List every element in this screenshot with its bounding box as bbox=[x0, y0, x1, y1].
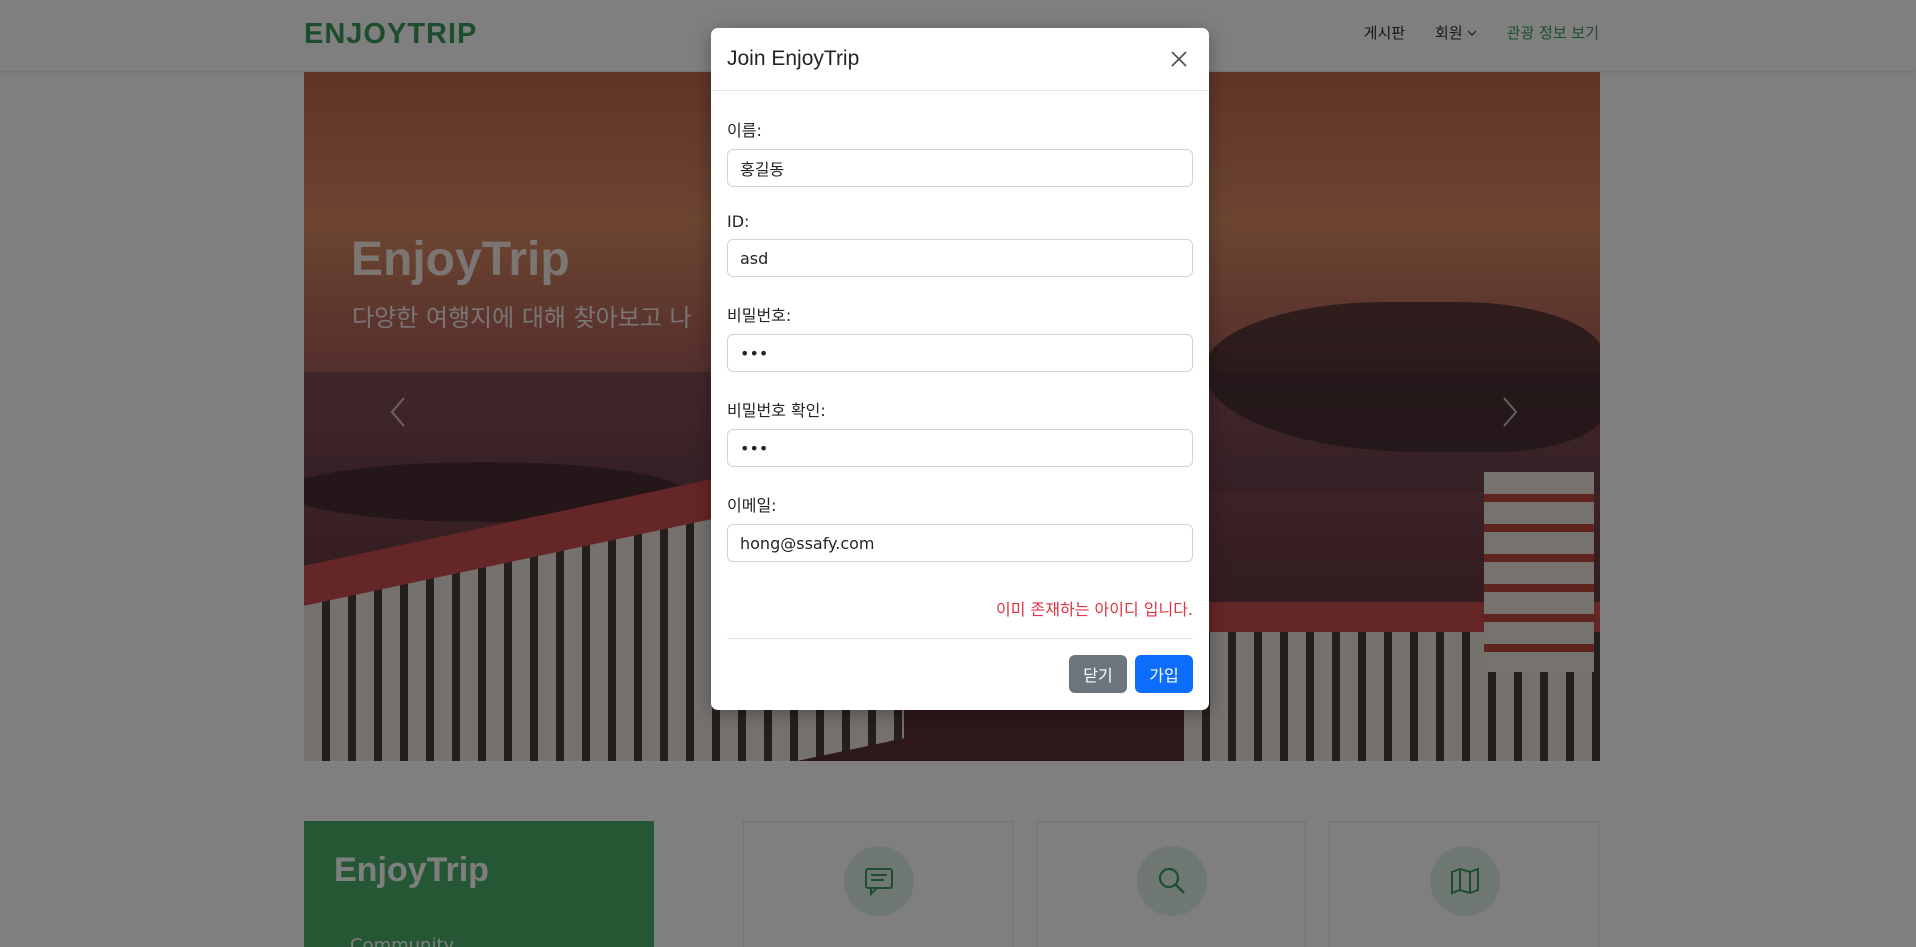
password-confirm-input[interactable] bbox=[727, 429, 1193, 467]
email-input[interactable] bbox=[727, 524, 1193, 562]
name-field: 이름: bbox=[727, 117, 1193, 187]
id-label: ID: bbox=[727, 212, 750, 231]
close-button[interactable] bbox=[1165, 45, 1193, 73]
id-input[interactable] bbox=[727, 239, 1193, 277]
name-input[interactable] bbox=[727, 149, 1193, 187]
name-label: 이름: bbox=[727, 121, 762, 140]
modal-header: Join EnjoyTrip bbox=[711, 28, 1209, 91]
footer-divider bbox=[727, 638, 1193, 639]
password-confirm-field: 비밀번호 확인: bbox=[727, 397, 1193, 467]
id-field: ID: bbox=[727, 212, 1193, 277]
password-confirm-label: 비밀번호 확인: bbox=[727, 401, 826, 420]
email-label: 이메일: bbox=[727, 496, 777, 515]
email-field: 이메일: bbox=[727, 492, 1193, 562]
modal-body: 이름: ID: 비밀번호: 비밀번호 확인: 이메일: bbox=[711, 117, 1209, 562]
join-submit-button[interactable]: 가입 bbox=[1135, 655, 1193, 693]
password-input[interactable] bbox=[727, 334, 1193, 372]
modal-footer: 닫기 가입 bbox=[711, 655, 1209, 693]
modal-title: Join EnjoyTrip bbox=[727, 47, 860, 70]
close-modal-button[interactable]: 닫기 bbox=[1069, 655, 1127, 693]
join-modal: Join EnjoyTrip 이름: ID: 비밀번호: 비밀번호 확인: 이메… bbox=[711, 28, 1209, 710]
close-icon bbox=[1171, 51, 1187, 67]
password-label: 비밀번호: bbox=[727, 306, 792, 325]
password-field: 비밀번호: bbox=[727, 302, 1193, 372]
error-message: 이미 존재하는 아이디 입니다. bbox=[996, 600, 1193, 619]
